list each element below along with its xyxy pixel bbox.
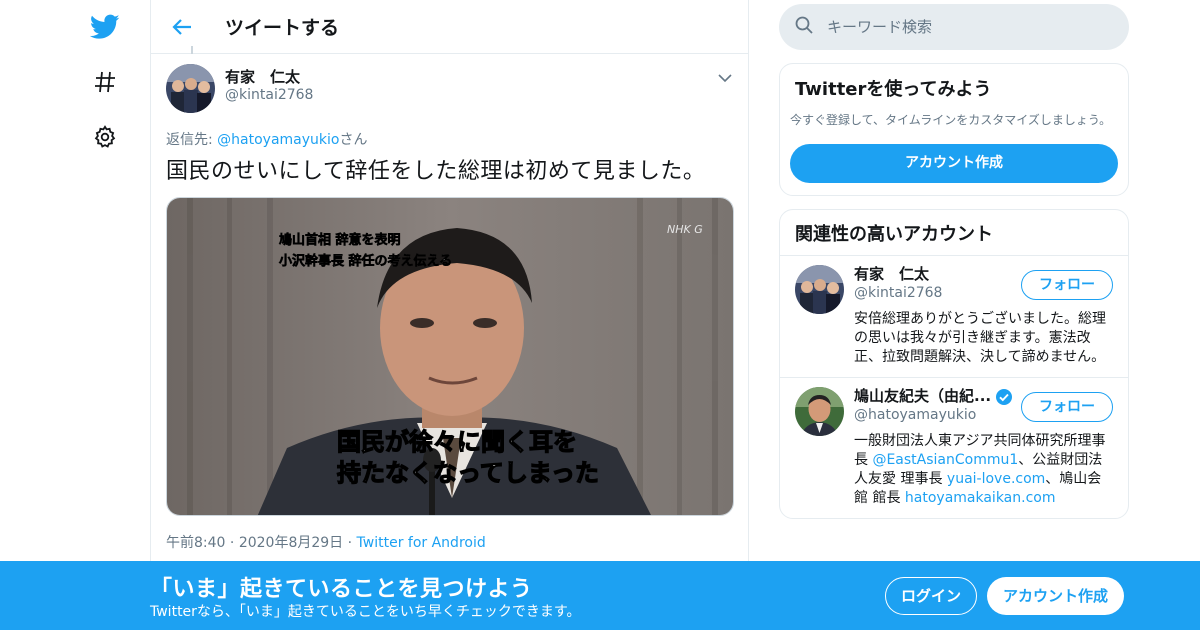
avatar[interactable] (166, 64, 215, 113)
avatar[interactable] (795, 387, 844, 436)
media-image: NHK G 鳩山首相 辞意を表明 小沢幹事長 辞任の考え伝える 国民が徐々に聞く… (167, 198, 733, 515)
related-account-name[interactable]: 鳩山友紀夫（由紀... (854, 387, 991, 406)
broadcast-logo: NHK G (667, 223, 703, 236)
thread-line (191, 46, 193, 54)
follow-button[interactable]: フォロー (1021, 392, 1113, 422)
author-handle[interactable]: @kintai2768 (225, 86, 313, 104)
related-account-bio: 安倍総理ありがとうございました。総理の思いは我々が引き継ぎます。憲法改正、拉致問… (854, 311, 1106, 365)
signup-button[interactable]: アカウント作成 (987, 577, 1124, 615)
search-input[interactable] (827, 18, 1097, 36)
meta-separator: · (347, 535, 353, 551)
left-nav (0, 0, 150, 630)
tweet-text: 国民のせいにして辞任をした総理は初めて見ました。 (166, 159, 706, 184)
follow-button[interactable]: フォロー (1021, 270, 1113, 300)
reply-to: 返信先: @hatoyamayukioさん (166, 129, 733, 149)
tweet-column: ツイートする 有家 仁太 @kintai2768 返信先: @hatoyamay… (150, 0, 749, 630)
verified-badge-icon (995, 388, 1013, 406)
related-account-bio: 一般財団法人東アジア共同体研究所理事長 @EastAsianCommu1、公益財… (854, 432, 1113, 508)
tweet-meta: 午前8:40 · 2020年8月29日 · Twitter for Androi… (166, 532, 733, 552)
related-account[interactable]: 鳩山友紀夫（由紀... @hatoyamayukio 一般財団法人東アジア共同体… (780, 378, 1128, 518)
related-accounts-card: 関連性の高いアカウント 有家 仁太 @kintai2768 安倍総理ありがとうご… (779, 209, 1129, 519)
related-account[interactable]: 有家 仁太 @kintai2768 安倍総理ありがとうございました。総理の思いは… (780, 256, 1128, 378)
tweet-date[interactable]: 2020年8月29日 (239, 535, 343, 551)
bottom-bar-title: 「いま」起きていることを見つけよう (150, 577, 533, 602)
back-arrow-icon[interactable] (169, 14, 195, 40)
reply-prefix: 返信先: (166, 132, 218, 148)
reply-suffix: さん (339, 132, 368, 148)
media-caption-bottom-2: 持たなくなってしまった (337, 459, 599, 487)
tweet-time[interactable]: 午前8:40 (166, 535, 225, 551)
tweet-author: 有家 仁太 @kintai2768 (166, 64, 733, 113)
hashtag-icon[interactable] (88, 65, 122, 99)
author-name[interactable]: 有家 仁太 (225, 68, 313, 86)
signup-card-description: 今すぐ登録して、タイムラインをカスタマイズしましょう。 (790, 113, 1112, 127)
meta-separator: · (229, 535, 235, 551)
page: ツイートする 有家 仁太 @kintai2768 返信先: @hatoyamay… (0, 0, 1200, 630)
media-caption-top-2: 小沢幹事長 辞任の考え伝える (279, 253, 452, 269)
create-account-button[interactable]: アカウント作成 (790, 144, 1118, 183)
bio-link[interactable]: yuai-love.com (947, 471, 1045, 487)
twitter-bird-icon[interactable] (88, 10, 122, 44)
tweet-source-link[interactable]: Twitter for Android (357, 535, 486, 551)
signup-card-title: Twitterを使ってみよう (795, 79, 992, 100)
author-names: 有家 仁太 @kintai2768 (225, 68, 313, 104)
avatar[interactable] (795, 265, 844, 314)
tweet-media[interactable]: NHK G 鳩山首相 辞意を表明 小沢幹事長 辞任の考え伝える 国民が徐々に聞く… (166, 197, 734, 516)
bio-link[interactable]: @EastAsianCommu1 (872, 452, 1018, 468)
bottom-bar-subtitle: Twitterなら、「いま」起きていることをいち早くチェックできます。 (150, 604, 581, 620)
media-caption-bottom-1: 国民が徐々に聞く耳を (337, 428, 577, 456)
bottom-signup-bar: 「いま」起きていることを見つけよう Twitterなら、「いま」起きていることを… (0, 561, 1200, 630)
tweet: 有家 仁太 @kintai2768 返信先: @hatoyamayukioさん … (151, 46, 748, 552)
reply-handle-link[interactable]: @hatoyamayukio (217, 132, 339, 148)
related-accounts-title: 関連性の高いアカウント (780, 210, 1128, 256)
media-caption-top-1: 鳩山首相 辞意を表明 (279, 232, 401, 248)
signup-card: Twitterを使ってみよう 今すぐ登録して、タイムラインをカスタマイズしましょ… (779, 63, 1129, 196)
page-title: ツイートする (225, 17, 340, 39)
bio-link[interactable]: hatoyamakaikan.com (905, 490, 1056, 506)
search-icon (795, 16, 813, 38)
chevron-down-icon[interactable] (718, 68, 732, 87)
search-box[interactable] (779, 4, 1129, 50)
page-header: ツイートする (151, 0, 748, 54)
gear-icon[interactable] (88, 120, 122, 154)
login-button[interactable]: ログイン (885, 577, 977, 615)
right-sidebar: Twitterを使ってみよう 今すぐ登録して、タイムラインをカスタマイズしましょ… (779, 0, 1129, 519)
